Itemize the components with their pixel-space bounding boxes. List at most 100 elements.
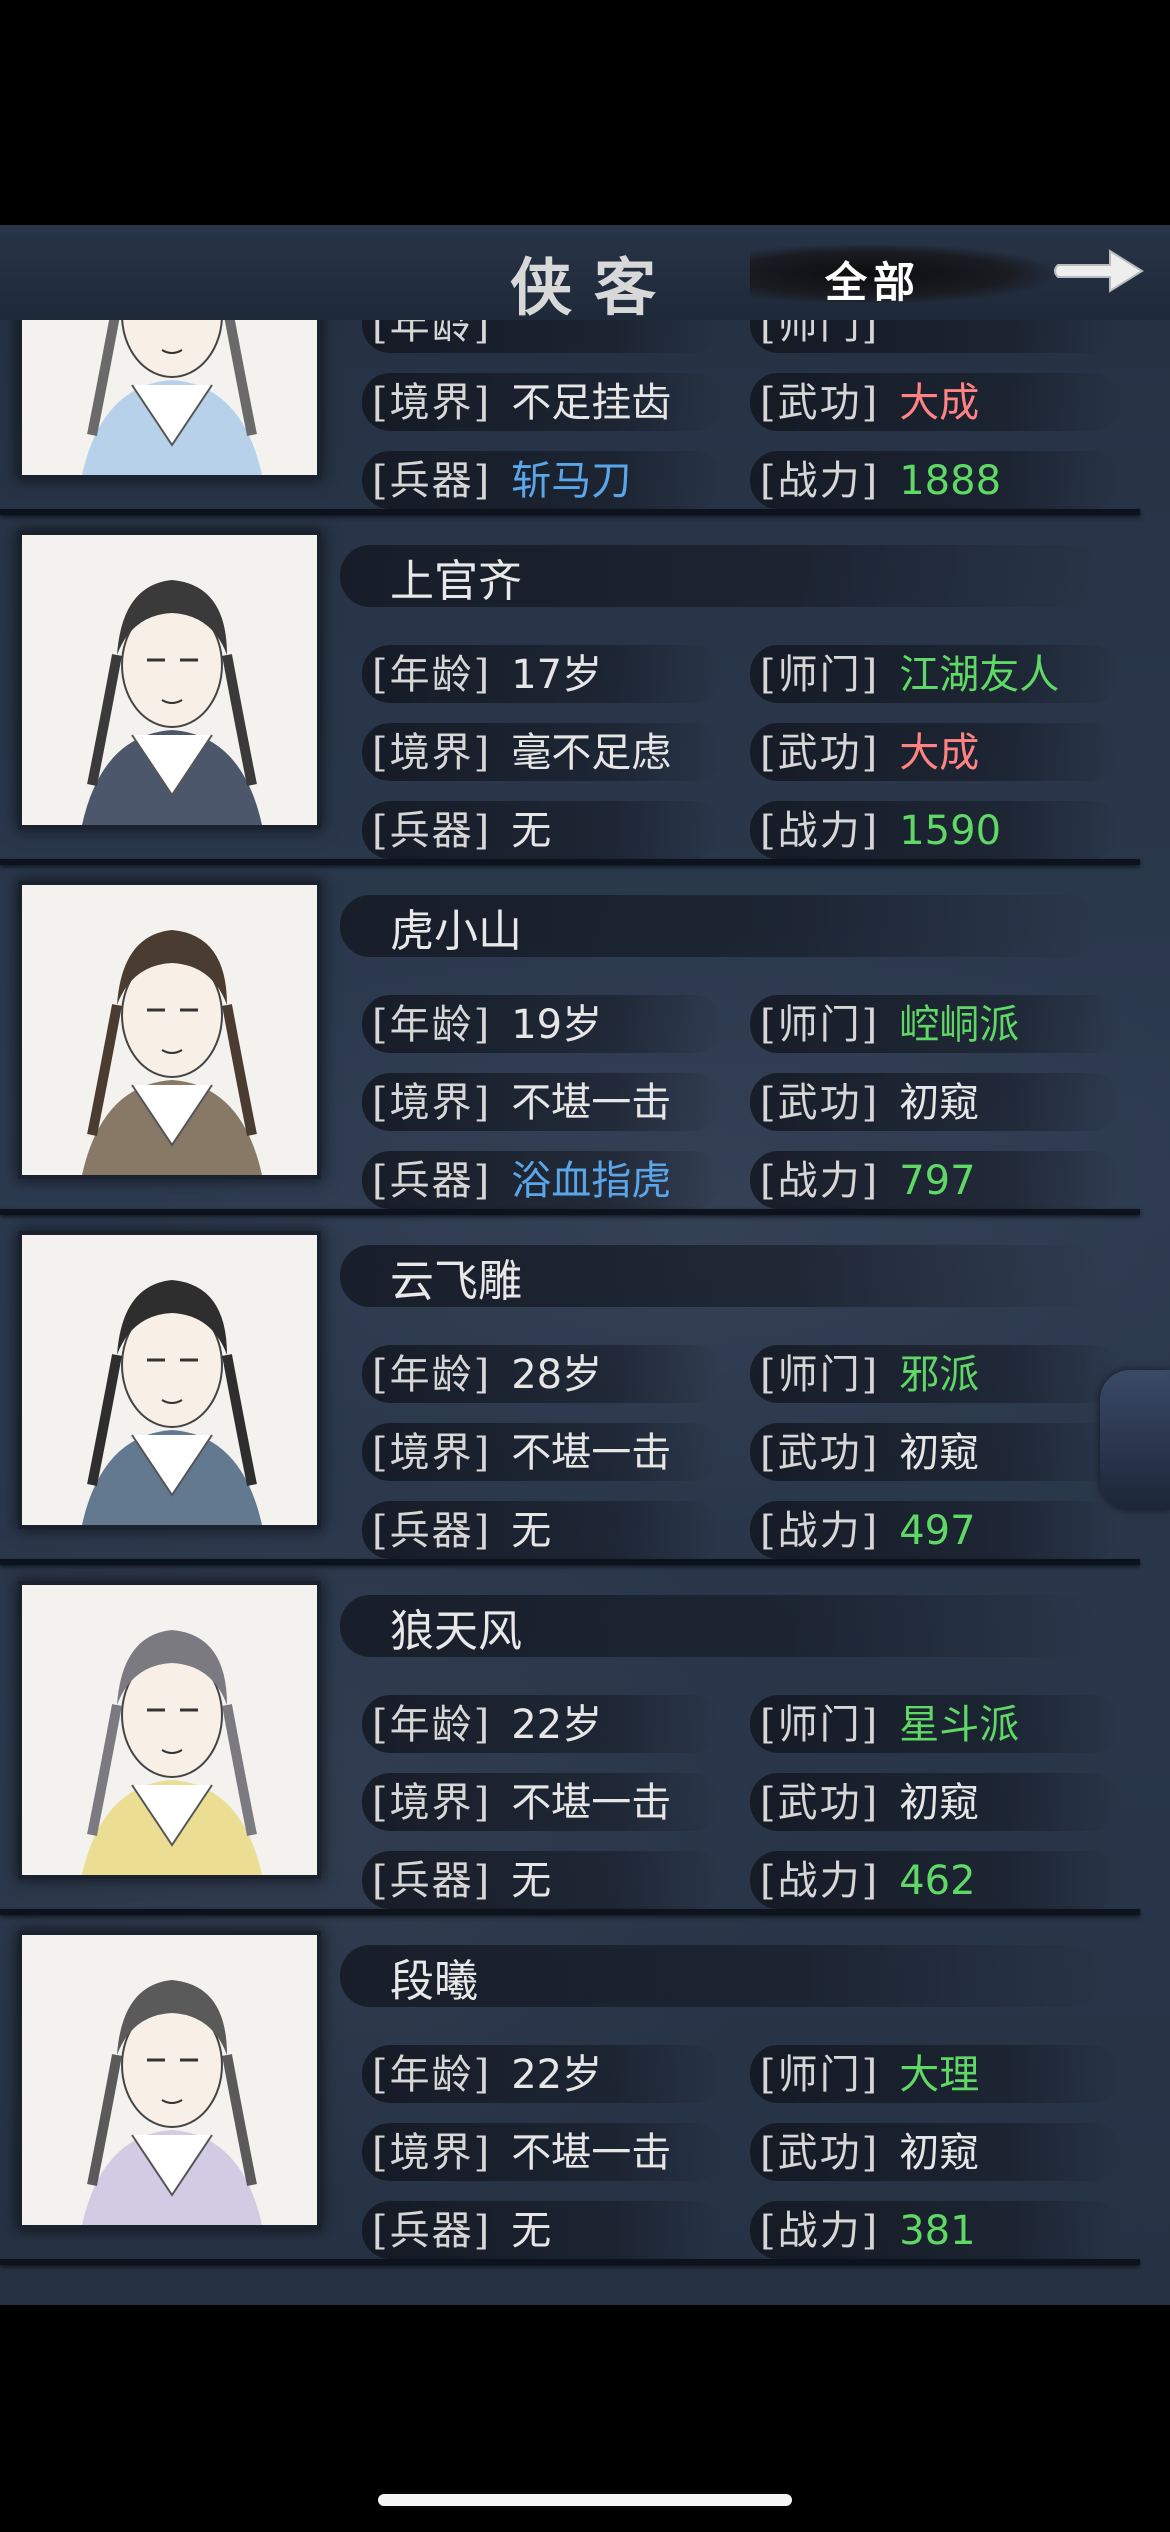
stat-age: [年龄] 22岁 [372, 2045, 602, 2105]
value-realm: 毫不足虑 [511, 730, 672, 776]
character-row[interactable]: 狼天风 [年龄] 22岁 [境界] 不堪一击 [兵器] 无 [师门] 星斗派 [武功] 初… [0, 1565, 1140, 1915]
value-weapon: 斩马刀 [511, 458, 632, 504]
stat-martial: [武功] 初窥 [760, 1073, 979, 1133]
label-weapon: [兵器] [372, 458, 492, 504]
stat-sect: [师门] [760, 320, 899, 355]
character-row[interactable]: [年龄] [境界] 不足挂齿 [兵器] 斩马刀 [师门] [武功] 大成 [战力] 18… [0, 320, 1140, 515]
filter-label: 全部 [825, 258, 922, 307]
label-weapon: [兵器] [372, 1158, 492, 1204]
arrow-right-icon[interactable] [1050, 237, 1150, 307]
stat-sect: [师门] 大理 [760, 2045, 979, 2105]
stat-realm: [境界] 不堪一击 [372, 1423, 671, 1483]
label-realm: [境界] [372, 2130, 492, 2176]
side-card-tab[interactable] [1100, 1370, 1170, 1510]
label-sect: [师门] [760, 1002, 880, 1048]
label-martial: [武功] [760, 2130, 880, 2176]
stat-sect: [师门] 江湖友人 [760, 645, 1059, 705]
stat-power: [战力] 381 [760, 2201, 976, 2261]
label-martial: [武功] [760, 380, 880, 426]
value-power: 381 [899, 2208, 976, 2254]
value-age: 19岁 [511, 1002, 603, 1048]
value-weapon: 无 [511, 808, 552, 854]
stat-power: [战力] 462 [760, 1851, 976, 1911]
label-power: [战力] [760, 1158, 880, 1204]
stat-martial: [武功] 初窥 [760, 1773, 979, 1833]
label-age: [年龄] [372, 1352, 492, 1398]
value-power: 797 [899, 1158, 976, 1204]
character-name: 狼天风 [390, 1606, 522, 1657]
stat-martial: [武功] 初窥 [760, 2123, 979, 2183]
character-name: 段曦 [390, 1956, 478, 2007]
value-martial: 初窥 [899, 2130, 980, 2176]
top-bar: 侠客 全部 [0, 225, 1170, 324]
character-row[interactable]: 上官齐 [年龄] 17岁 [境界] 毫不足虑 [兵器] 无 [师门] 江湖友人 [武功]… [0, 515, 1140, 865]
stat-weapon: [兵器] 无 [372, 2201, 551, 2261]
character-portrait [22, 885, 317, 1175]
stat-realm: [境界] 不堪一击 [372, 2123, 671, 2183]
label-realm: [境界] [372, 1080, 492, 1126]
value-martial: 初窥 [899, 1430, 980, 1476]
stat-weapon: [兵器] 无 [372, 1501, 551, 1561]
label-age: [年龄] [372, 2052, 492, 2098]
value-sect: 星斗派 [899, 1702, 1020, 1748]
label-weapon: [兵器] [372, 2208, 492, 2254]
character-row[interactable]: 段曦 [年龄] 22岁 [境界] 不堪一击 [兵器] 无 [师门] 大理 [武功] 初窥 … [0, 1915, 1140, 2265]
stat-martial: [武功] 初窥 [760, 1423, 979, 1483]
value-age: 17岁 [511, 652, 603, 698]
stat-realm: [境界] 不堪一击 [372, 1073, 671, 1133]
label-realm: [境界] [372, 380, 492, 426]
label-age: [年龄] [372, 1002, 492, 1048]
row-divider [0, 2259, 1140, 2265]
character-portrait [22, 1235, 317, 1525]
stat-power: [战力] 1590 [760, 801, 1001, 861]
page-title: 侠客 [510, 251, 679, 324]
value-realm: 不足挂齿 [511, 380, 672, 426]
value-martial: 初窥 [899, 1780, 980, 1826]
home-indicator[interactable] [378, 2494, 792, 2506]
stat-power: [战力] 1888 [760, 451, 1001, 511]
label-martial: [武功] [760, 1080, 880, 1126]
character-list[interactable]: [年龄] [境界] 不足挂齿 [兵器] 斩马刀 [师门] [武功] 大成 [战力] 18… [0, 320, 1170, 2305]
stat-age: [年龄] 19岁 [372, 995, 602, 1055]
value-realm: 不堪一击 [511, 1780, 672, 1826]
label-sect: [师门] [760, 1352, 880, 1398]
character-name: 云飞雕 [390, 1256, 522, 1307]
label-power: [战力] [760, 458, 880, 504]
label-power: [战力] [760, 1858, 880, 1904]
label-power: [战力] [760, 808, 880, 854]
value-weapon: 无 [511, 1858, 552, 1904]
character-row[interactable]: 虎小山 [年龄] 19岁 [境界] 不堪一击 [兵器] 浴血指虎 [师门] 崆峒派 [武… [0, 865, 1140, 1215]
value-sect: 邪派 [899, 1352, 980, 1398]
value-realm: 不堪一击 [511, 2130, 672, 2176]
stat-sect: [师门] 邪派 [760, 1345, 979, 1405]
character-name: 上官齐 [390, 556, 522, 607]
stat-sect: [师门] 崆峒派 [760, 995, 1019, 1055]
stat-realm: [境界] 不堪一击 [372, 1773, 671, 1833]
label-weapon: [兵器] [372, 1858, 492, 1904]
value-age: 22岁 [511, 2052, 603, 2098]
value-weapon: 浴血指虎 [511, 1158, 672, 1204]
label-age: [年龄] [372, 652, 492, 698]
value-power: 1888 [899, 458, 1002, 504]
value-weapon: 无 [511, 2208, 552, 2254]
character-portrait [22, 1935, 317, 2225]
value-age: 28岁 [511, 1352, 603, 1398]
value-power: 497 [899, 1508, 976, 1554]
stat-martial: [武功] 大成 [760, 723, 979, 783]
value-sect: 江湖友人 [899, 652, 1060, 698]
label-sect: [师门] [760, 1702, 880, 1748]
stat-realm: [境界] 毫不足虑 [372, 723, 671, 783]
character-portrait [22, 535, 317, 825]
label-sect: [师门] [760, 2052, 880, 2098]
stat-sect: [师门] 星斗派 [760, 1695, 1019, 1755]
stat-martial: [武功] 大成 [760, 373, 979, 433]
label-power: [战力] [760, 2208, 880, 2254]
stat-age: [年龄] 17岁 [372, 645, 602, 705]
value-martial: 大成 [899, 730, 980, 776]
character-portrait [22, 320, 317, 475]
character-row[interactable]: 云飞雕 [年龄] 28岁 [境界] 不堪一击 [兵器] 无 [师门] 邪派 [武功] 初窥… [0, 1215, 1140, 1565]
label-age: [年龄] [372, 320, 492, 348]
value-sect: 崆峒派 [899, 1002, 1020, 1048]
value-power: 1590 [899, 808, 1002, 854]
filter-dropdown[interactable]: 全部 [750, 245, 1050, 307]
